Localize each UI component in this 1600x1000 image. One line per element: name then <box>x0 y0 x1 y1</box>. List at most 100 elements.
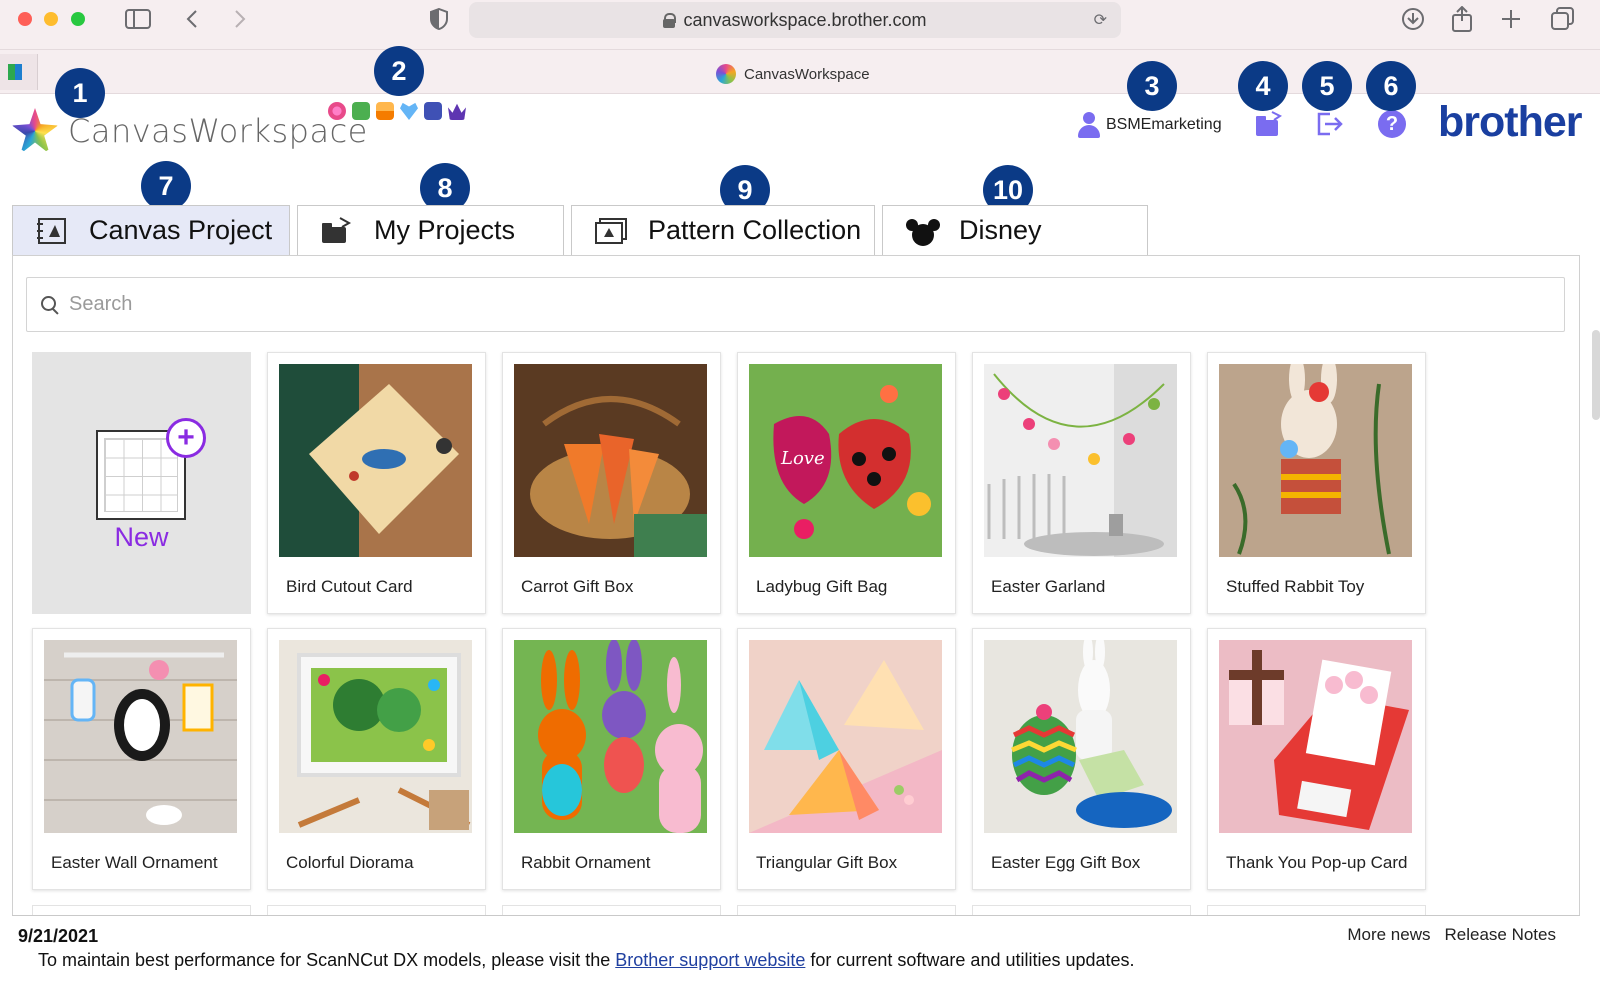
feature-icons <box>328 102 466 120</box>
callout-badge: 3 <box>1127 61 1177 111</box>
callout-badge: 1 <box>55 68 105 118</box>
new-project-card[interactable]: + New <box>32 352 251 614</box>
project-card[interactable]: Carrot Gift Box <box>502 352 721 614</box>
news-text-after: for current software and utilities updat… <box>805 950 1135 970</box>
project-card[interactable]: Thank You Pop-up Card <box>1207 628 1426 890</box>
project-title: Thank You Pop-up Card <box>1226 853 1408 872</box>
minimize-window-button[interactable] <box>44 12 58 26</box>
project-title: Carrot Gift Box <box>521 577 634 596</box>
project-thumbnail <box>514 640 707 833</box>
project-title: Easter Garland <box>991 577 1106 596</box>
browser-tab-active[interactable]: CanvasWorkspace <box>716 64 870 84</box>
project-thumbnail <box>279 364 472 557</box>
news-links: More news Release Notes <box>1347 925 1556 945</box>
tab-pattern-collection[interactable]: Pattern Collection <box>571 205 875 255</box>
search-input[interactable] <box>69 293 1564 316</box>
plus-icon: + <box>166 418 206 458</box>
news-bar: 9/21/2021 More news Release Notes To mai… <box>12 915 1580 1000</box>
tab-my-projects-label: My Projects <box>374 215 516 245</box>
sticker-feature-icon[interactable] <box>352 102 370 120</box>
project-thumbnail <box>749 640 942 833</box>
project-card[interactable]: Easter Wall Ornament <box>32 628 251 890</box>
tab-disney-label: Disney <box>959 215 1042 245</box>
page-scrollbar[interactable] <box>1592 330 1600 420</box>
app-logo[interactable]: CanvasWorkspace <box>12 108 368 154</box>
project-card[interactable]: Bird Cutout Card <box>267 352 486 614</box>
callout-badge: 4 <box>1238 61 1288 111</box>
user-icon <box>1078 112 1100 138</box>
close-window-button[interactable] <box>18 12 32 26</box>
search-icon <box>41 295 59 314</box>
project-thumbnail: Love <box>749 364 942 557</box>
canvas-project-icon <box>35 217 67 245</box>
callout-badge: 5 <box>1302 61 1352 111</box>
mickey-ears-icon <box>905 217 940 246</box>
heart-feature-icon[interactable] <box>400 102 418 120</box>
project-card[interactable]: Easter Garland <box>972 352 1191 614</box>
lock-icon <box>663 13 677 28</box>
project-title: Rabbit Ornament <box>521 853 651 872</box>
new-tab-icon[interactable] <box>1500 6 1522 32</box>
project-card[interactable]: Stuffed Rabbit Toy <box>1207 352 1426 614</box>
forward-icon[interactable] <box>230 6 250 32</box>
crown-feature-icon[interactable] <box>448 103 466 120</box>
my-projects-icon <box>320 216 352 245</box>
project-title: Colorful Diorama <box>286 853 414 872</box>
brother-logo[interactable]: brother <box>1438 98 1582 147</box>
logout-icon[interactable] <box>1316 110 1344 138</box>
notebook-feature-icon[interactable] <box>424 102 442 120</box>
project-title: Triangular Gift Box <box>756 853 898 872</box>
canvasworkspace-favicon-icon <box>716 64 736 84</box>
brother-support-link[interactable]: Brother support website <box>615 950 805 970</box>
project-card[interactable]: Easter Egg Gift Box <box>972 628 1191 890</box>
pattern-collection-icon <box>594 217 627 245</box>
project-card[interactable]: Rabbit Ornament <box>502 628 721 890</box>
url-text: canvasworkspace.brother.com <box>683 9 927 30</box>
reload-icon[interactable]: ⟳ <box>1094 10 1107 30</box>
search-box[interactable] <box>26 277 1565 332</box>
tab-my-projects[interactable]: My Projects <box>297 205 564 255</box>
back-icon[interactable] <box>182 6 202 32</box>
address-bar[interactable]: canvasworkspace.brother.com ⟳ <box>469 2 1121 38</box>
tab-disney[interactable]: Disney <box>882 205 1148 255</box>
news-message: To maintain best performance for ScanNCu… <box>38 950 1135 971</box>
project-thumbnail <box>279 640 472 833</box>
open-project-icon[interactable] <box>1254 110 1282 138</box>
more-news-link[interactable]: More news <box>1347 925 1430 945</box>
tab-pattern-collection-label: Pattern Collection <box>648 215 862 245</box>
app-logo-text: CanvasWorkspace <box>68 112 368 150</box>
pinned-tab[interactable] <box>0 54 38 90</box>
cake-feature-icon[interactable] <box>376 102 394 120</box>
project-thumbnail <box>984 364 1177 557</box>
callout-badge: 2 <box>374 46 424 96</box>
project-thumbnail <box>1219 640 1412 833</box>
zoom-window-button[interactable] <box>71 12 85 26</box>
tab-canvas-project-label: Canvas Project <box>89 215 273 245</box>
new-project-label: New <box>114 522 169 552</box>
canvasworkspace-logo-icon <box>12 108 58 154</box>
browser-toolbar: canvasworkspace.brother.com ⟳ <box>0 0 1600 50</box>
news-text-before: To maintain best performance for ScanNCu… <box>38 950 616 970</box>
pinned-favicon-icon <box>8 64 22 80</box>
privacy-shield-icon[interactable] <box>428 6 450 32</box>
downloads-icon[interactable] <box>1400 6 1426 32</box>
project-card[interactable]: Love Ladybug Gift Bag <box>737 352 956 614</box>
project-thumbnail <box>514 364 707 557</box>
tab-overview-icon[interactable] <box>1550 6 1576 32</box>
flower-feature-icon[interactable] <box>328 102 346 120</box>
svg-text:Love: Love <box>780 448 825 469</box>
share-icon[interactable] <box>1450 6 1474 32</box>
project-thumbnail <box>44 640 237 833</box>
tab-canvas-project[interactable]: Canvas Project <box>12 205 290 255</box>
news-date: 9/21/2021 <box>18 926 99 946</box>
project-title: Stuffed Rabbit Toy <box>1226 577 1365 596</box>
project-card[interactable]: Triangular Gift Box <box>737 628 956 890</box>
release-notes-link[interactable]: Release Notes <box>1444 925 1556 945</box>
project-card[interactable]: Colorful Diorama <box>267 628 486 890</box>
callout-badge: 6 <box>1366 61 1416 111</box>
project-grid: + New Bird Cutout Card Carrot Gift Box L… <box>32 352 1426 890</box>
help-icon[interactable]: ? <box>1378 110 1406 138</box>
project-title: Ladybug Gift Bag <box>756 577 888 596</box>
sidebar-toggle-icon[interactable] <box>124 6 152 32</box>
user-account[interactable]: BSMEmarketing <box>1078 112 1222 138</box>
